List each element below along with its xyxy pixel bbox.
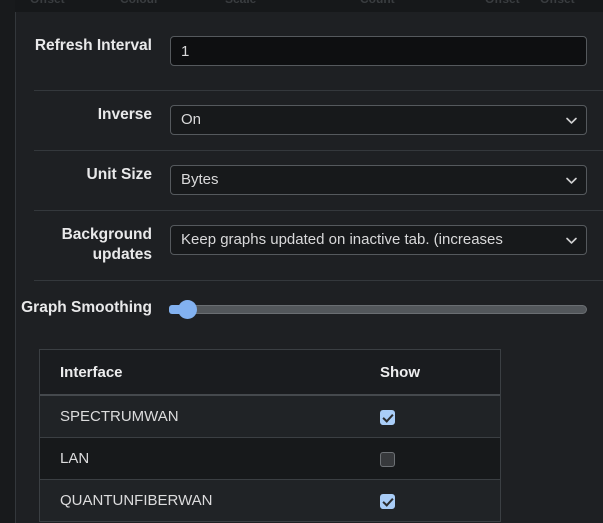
interface-name: QUANTUNFIBERWAN [40, 479, 380, 522]
label-inverse: Inverse [97, 106, 152, 123]
table-header-row: Interface Show [40, 350, 500, 396]
settings-panel-screen: Offset Colour Scale Count Offset Offset … [0, 0, 603, 523]
slider-thumb[interactable] [169, 300, 197, 319]
control-refresh-interval [170, 36, 603, 66]
label-graph-smoothing: Graph Smoothing [21, 299, 152, 316]
form-row-graph-smoothing: Graph Smoothing [16, 280, 603, 338]
slider-track[interactable] [184, 305, 587, 314]
show-checkbox-quantunfiberwan[interactable] [380, 493, 395, 509]
control-inverse: On [170, 105, 603, 135]
show-checkbox-spectrumwan[interactable] [380, 409, 395, 425]
interface-name: LAN [40, 437, 380, 480]
show-cell [380, 437, 500, 480]
show-cell [380, 395, 500, 438]
control-unit-size: Bytes [170, 165, 603, 195]
clipped-header-labels: Offset Colour Scale Count Offset Offset [15, 0, 603, 6]
show-cell [380, 479, 500, 522]
clipped-header-col-1: Offset [30, 0, 65, 6]
background-updates-select-value: Keep graphs updated on inactive tab. (in… [170, 225, 587, 255]
label-refresh-interval: Refresh Interval [34, 37, 152, 54]
clipped-header-col-2: Colour [120, 0, 159, 6]
interface-name: SPECTRUMWAN [40, 395, 380, 438]
control-graph-smoothing [169, 298, 603, 320]
form-row-inverse: Inverse On [16, 90, 603, 150]
column-header-show: Show [380, 350, 500, 396]
form-row-background-updates: Background updates Keep graphs updated o… [16, 210, 603, 280]
control-background-updates: Keep graphs updated on inactive tab. (in… [170, 225, 603, 255]
table-row[interactable]: QUANTUNFIBERWAN [40, 479, 500, 522]
clipped-header-col-6: Offset [540, 0, 575, 6]
clipped-header-col-3: Scale [225, 0, 256, 6]
left-gutter [0, 0, 15, 523]
table-row[interactable]: SPECTRUMWAN [40, 395, 500, 438]
unit-size-select-value: Bytes [170, 165, 587, 195]
label-unit-size: Unit Size [86, 166, 152, 183]
label-background-updates: Background updates [61, 226, 152, 263]
settings-form-panel: Refresh Interval Inverse On [15, 12, 603, 523]
inverse-select[interactable]: On [170, 105, 587, 135]
graph-smoothing-slider[interactable] [169, 298, 587, 320]
refresh-interval-input[interactable] [170, 36, 587, 66]
interface-table: Interface Show SPECTRUMWAN LAN QUANTUNFI… [39, 349, 501, 522]
form-row-refresh-interval: Refresh Interval [16, 12, 603, 90]
form-row-unit-size: Unit Size Bytes [16, 150, 603, 210]
show-checkbox-lan[interactable] [380, 451, 395, 467]
unit-size-select[interactable]: Bytes [170, 165, 587, 195]
clipped-header-col-4: Count [360, 0, 395, 6]
inverse-select-value: On [170, 105, 587, 135]
clipped-header-col-5: Offset [485, 0, 520, 6]
background-updates-select[interactable]: Keep graphs updated on inactive tab. (in… [170, 225, 587, 255]
table-row[interactable]: LAN [40, 437, 500, 480]
column-header-interface: Interface [40, 350, 380, 396]
